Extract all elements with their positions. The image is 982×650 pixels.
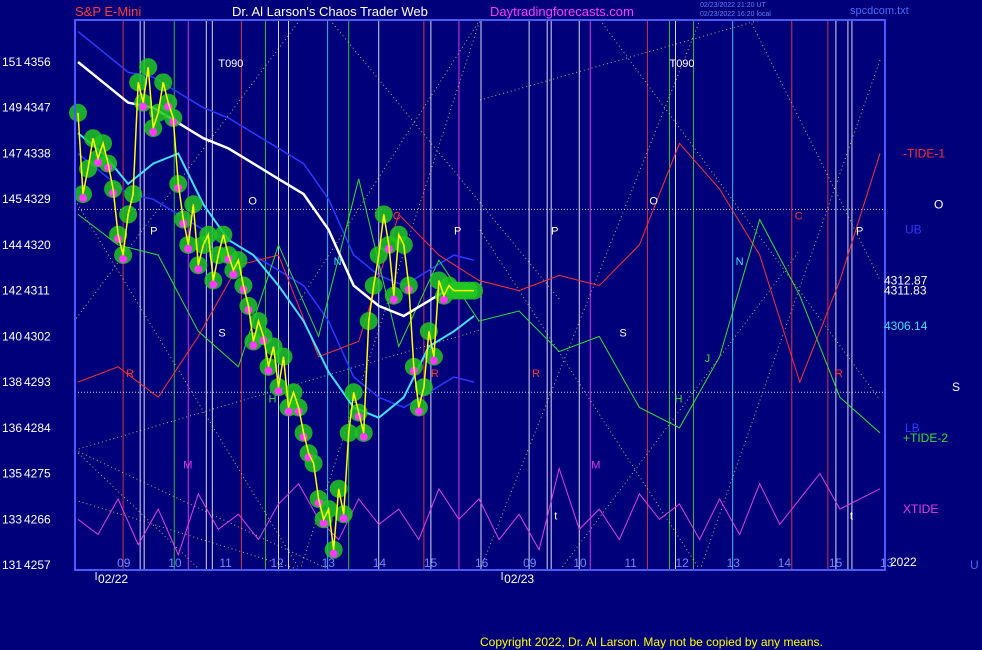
date-label: 02/22 <box>98 572 128 586</box>
plot-letter: H <box>268 393 276 405</box>
right-label: S <box>952 380 960 394</box>
plot-letter: P <box>551 226 558 238</box>
plot-letter: R <box>835 368 843 380</box>
magenta-dot <box>284 407 293 416</box>
plot-letter: N <box>736 256 744 268</box>
right-label: UB <box>905 223 922 237</box>
hour-tick-label: 16 <box>475 556 489 570</box>
plot-letter: N <box>334 256 342 268</box>
plot-letter: t <box>850 510 853 522</box>
magenta-dot <box>414 407 423 416</box>
magenta-dot <box>149 128 158 137</box>
left-axis-price: 4329 <box>24 192 51 206</box>
magenta-dot <box>209 280 218 289</box>
plot-letter: R <box>431 368 439 380</box>
hour-tick-label: 13 <box>322 556 336 570</box>
hour-tick-label: 09 <box>523 556 537 570</box>
left-axis-index: 138 <box>2 375 22 389</box>
magenta-dot <box>194 265 203 274</box>
plot-letter: C <box>795 211 803 223</box>
plot-letter: S <box>218 327 225 339</box>
magenta-dot <box>139 102 148 111</box>
left-axis-index: 131 <box>2 558 22 572</box>
right-label: -TIDE-1 <box>903 146 945 160</box>
left-axis-index: 135 <box>2 467 22 481</box>
left-axis-price: 4275 <box>24 467 51 481</box>
year-label: 2022 <box>890 555 917 569</box>
plot-letter: C <box>393 211 401 223</box>
left-axis-index: 133 <box>2 512 22 526</box>
file-name: spcdcom.txt <box>850 5 909 17</box>
hour-tick-label: 12 <box>270 556 284 570</box>
timestamp-local: 02/23/2022 16:20 local <box>700 11 771 18</box>
hour-tick-label: 15 <box>424 556 438 570</box>
plot-letter: R <box>126 368 134 380</box>
left-axis-price: 4302 <box>24 329 51 343</box>
left-axis-index: 140 <box>2 329 22 343</box>
magenta-dot <box>119 255 128 264</box>
hour-tick-label: 09 <box>117 556 131 570</box>
copyright-notice: Copyright 2022, Dr. Al Larson. May not b… <box>480 635 823 649</box>
left-axis-price: 4266 <box>24 512 51 526</box>
plot-letter: H <box>674 393 682 405</box>
hour-tick-label: 13 <box>727 556 741 570</box>
plot-letter: P <box>856 226 863 238</box>
hour-tick-label: 14 <box>373 556 387 570</box>
plot-letter: J <box>705 353 711 365</box>
magenta-dot <box>79 194 88 203</box>
date-label: 02/23 <box>504 572 534 586</box>
hour-tick-label: 10 <box>168 556 182 570</box>
instrument-label: S&P E-Mini <box>75 4 142 19</box>
left-axis-index: 149 <box>2 101 22 115</box>
magenta-dot <box>339 514 348 523</box>
hour-tick-label: 15 <box>829 556 843 570</box>
plot-letter: M <box>183 459 192 471</box>
timestamp-ut: 02/23/2022 21:20 UT <box>700 2 766 9</box>
hour-tick-label: 14 <box>778 556 792 570</box>
left-axis-price: 4311 <box>24 284 50 298</box>
left-axis-index: 142 <box>2 284 22 298</box>
left-axis-price: 4293 <box>24 375 51 389</box>
hour-tick-label: 12 <box>676 556 690 570</box>
right-label: O <box>934 197 943 211</box>
left-axis-price: 4338 <box>24 146 51 160</box>
plot-letter: T090 <box>218 58 243 70</box>
magenta-dot <box>184 244 193 253</box>
plot-letter: M <box>591 459 600 471</box>
right-label: +TIDE-2 <box>903 431 948 445</box>
left-axis-index: 136 <box>2 421 22 435</box>
chart-title: Dr. Al Larson's Chaos Trader Web <box>232 4 428 19</box>
left-axis-price: 4257 <box>24 558 51 572</box>
plot-letter: T090 <box>669 58 694 70</box>
left-axis-price: 4284 <box>24 421 51 435</box>
plot-letter: O <box>649 195 658 207</box>
plot-letter: t <box>554 510 557 522</box>
site-link[interactable]: Daytradingforecasts.com <box>490 4 634 19</box>
hour-tick-label: 10 <box>573 556 587 570</box>
left-axis-price: 4347 <box>24 101 51 115</box>
plot-letter: S <box>619 327 626 339</box>
magenta-dot <box>389 295 398 304</box>
right-label: XTIDE <box>903 502 938 516</box>
magenta-dot <box>249 341 258 350</box>
left-axis-index: 145 <box>2 192 22 206</box>
corner-label: U <box>970 558 979 572</box>
magenta-dot <box>264 366 273 375</box>
magenta-dot <box>359 432 368 441</box>
hour-tick-label: 11 <box>624 556 637 570</box>
plot-letter: P <box>454 226 461 238</box>
chaos-chart: T090 T090 O O P P P P C C N N S S J R R R R H H M Mt t 151 4356 1… <box>0 0 982 650</box>
plot-letter: R <box>532 368 540 380</box>
left-axis-index: 144 <box>2 238 22 252</box>
right-label: 4311.83 <box>884 284 927 298</box>
plot-letter: O <box>248 195 257 207</box>
plot-letter: P <box>150 226 157 238</box>
left-axis-index: 147 <box>2 146 22 160</box>
magenta-dot <box>429 356 438 365</box>
left-axis-price: 4320 <box>24 238 51 252</box>
right-label: 4306.14 <box>884 319 928 333</box>
hour-tick-label: 11 <box>219 556 232 570</box>
left-axis-index: 151 <box>2 55 22 69</box>
left-axis-price: 4356 <box>24 55 51 69</box>
